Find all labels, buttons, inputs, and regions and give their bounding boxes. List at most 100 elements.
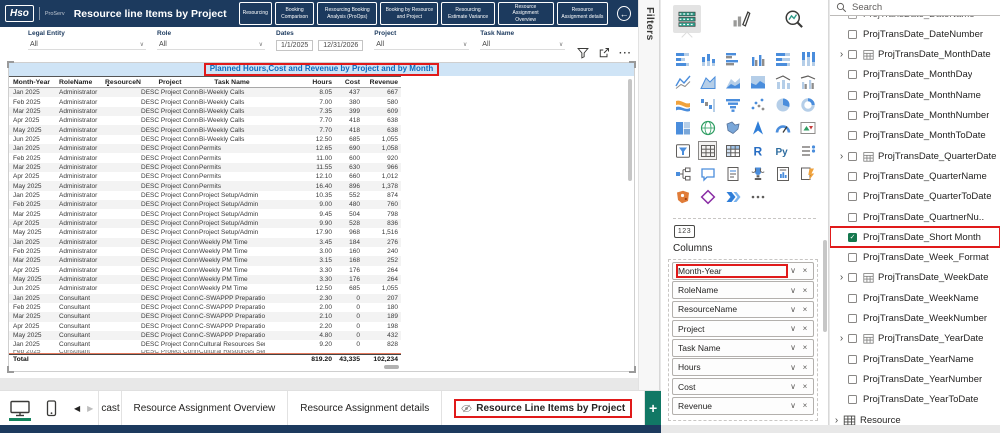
field-checkbox[interactable]: [848, 253, 857, 263]
filter-dropdown[interactable]: All ∨: [480, 40, 566, 50]
field-item[interactable]: ✓ ProjTransDate_Short Month: [830, 226, 1000, 249]
chevron-down-icon[interactable]: ∨: [788, 324, 798, 333]
field-item[interactable]: ProjTransDate_QuarterToDate: [830, 187, 1000, 207]
remove-field-icon[interactable]: ×: [800, 363, 810, 372]
field-pill-task-name[interactable]: Task Name ∨ ×: [672, 339, 814, 357]
paginated-report-icon[interactable]: [775, 165, 792, 182]
remove-field-icon[interactable]: ×: [800, 382, 810, 391]
page-tab[interactable]: Resource Assignment Overview: [120, 391, 288, 425]
filters-pane-collapsed[interactable]: Filters: [638, 0, 660, 425]
field-checkbox[interactable]: [848, 70, 857, 80]
filter-dropdown[interactable]: All ∨: [374, 40, 470, 50]
column-header[interactable]: Task Name: [199, 79, 265, 86]
field-item[interactable]: ProjTransDate_MonthToDate: [830, 126, 1000, 146]
funnel-chart-icon[interactable]: [724, 96, 741, 113]
nav-button[interactable]: Resourcing: [238, 2, 272, 25]
back-arrow-icon[interactable]: ←: [617, 6, 631, 21]
hundred-stacked-area-chart-icon[interactable]: [749, 73, 766, 90]
nav-button[interactable]: Resource Assignment details: [556, 2, 609, 25]
chevron-down-icon[interactable]: ∨: [788, 382, 798, 391]
field-pill-month-year[interactable]: Month-Year ∨ ×: [672, 262, 814, 280]
viz-pane-scrollbar[interactable]: [823, 240, 827, 332]
table-vertical-scrollbar[interactable]: [628, 79, 632, 181]
field-item[interactable]: › ProjTransDate_YearDate: [830, 329, 1000, 349]
line-chart-icon[interactable]: [674, 73, 691, 90]
page-tab-clipped[interactable]: cast: [98, 391, 120, 425]
column-header[interactable]: RoleName: [59, 79, 105, 86]
table-horizontal-scrollbar[interactable]: [384, 365, 399, 369]
date-input[interactable]: 12/31/2026: [318, 40, 364, 51]
field-checkbox[interactable]: [848, 151, 857, 161]
smart-narrative-icon[interactable]: [724, 165, 741, 182]
remove-field-icon[interactable]: ×: [800, 343, 810, 352]
field-checkbox[interactable]: [848, 374, 857, 384]
field-checkbox[interactable]: [848, 29, 857, 39]
field-item[interactable]: ProjTransDate_WeekNumber: [830, 309, 1000, 329]
field-pill-hours[interactable]: Hours ∨ ×: [672, 358, 814, 376]
field-search-box[interactable]: Search: [830, 0, 1000, 16]
desktop-layout-icon[interactable]: [9, 400, 31, 421]
q-and-a-icon[interactable]: [699, 165, 716, 182]
field-checkbox[interactable]: [848, 131, 857, 141]
line-and-clustered-column-chart-icon[interactable]: [800, 73, 817, 90]
table-icon[interactable]: [698, 141, 718, 160]
field-item[interactable]: ProjTransDate_YearNumber: [830, 369, 1000, 389]
chevron-down-icon[interactable]: ∨: [788, 266, 798, 275]
filled-map-icon[interactable]: [724, 119, 741, 136]
column-header[interactable]: Hours: [265, 79, 335, 86]
field-checkbox[interactable]: [848, 314, 857, 323]
field-pill-project[interactable]: Project ∨ ×: [672, 319, 814, 338]
column-header[interactable]: Cost: [335, 79, 363, 86]
stacked-area-chart-icon[interactable]: [724, 73, 741, 90]
field-checkbox[interactable]: [848, 212, 857, 222]
filter-funnel-icon[interactable]: [577, 47, 589, 59]
field-item[interactable]: ProjTransDate_Week_Format: [830, 248, 1000, 268]
kpi-icon[interactable]: [800, 119, 817, 136]
remove-field-icon[interactable]: ×: [800, 324, 810, 333]
field-checkbox[interactable]: [848, 354, 857, 364]
field-pill-cost[interactable]: Cost ∨ ×: [672, 377, 814, 396]
map-icon[interactable]: [699, 119, 716, 136]
filter-dropdown[interactable]: All ∨: [28, 40, 146, 50]
field-pill-revenue[interactable]: Revenue ∨ ×: [672, 397, 814, 415]
focus-mode-icon[interactable]: [598, 47, 610, 59]
line-and-stacked-column-chart-icon[interactable]: [775, 73, 792, 90]
arcgis-map-icon[interactable]: [674, 188, 691, 205]
area-chart-icon[interactable]: [699, 73, 716, 90]
field-item[interactable]: › ProjTransDate_MonthDate: [830, 45, 1000, 65]
metrics-icon[interactable]: [749, 165, 766, 182]
field-checkbox[interactable]: [848, 192, 857, 202]
build-visual-tab[interactable]: [673, 5, 701, 33]
field-checkbox[interactable]: ✓: [848, 232, 857, 242]
stacked-column-chart-icon[interactable]: [699, 50, 716, 67]
mobile-layout-icon[interactable]: [43, 399, 59, 417]
nav-button[interactable]: Booking by Resource and Project: [380, 2, 439, 25]
field-item[interactable]: ProjTransDate_QuarterName: [830, 166, 1000, 186]
field-item[interactable]: ProjTransDate_YearToDate: [830, 390, 1000, 410]
remove-field-icon[interactable]: ×: [800, 305, 810, 314]
power-automate-flow-icon[interactable]: [724, 188, 741, 205]
field-checkbox[interactable]: [848, 293, 857, 303]
power-apps-icon[interactable]: [699, 188, 716, 205]
treemap-icon[interactable]: [674, 119, 691, 136]
field-item[interactable]: ProjTransDate_YearName: [830, 349, 1000, 369]
stacked-bar-chart-icon[interactable]: [674, 50, 691, 67]
field-item[interactable]: ProjTransDate_DateNumber: [830, 24, 1000, 44]
nav-button[interactable]: Resource Assignment Overview: [497, 2, 554, 25]
field-pill-rolename[interactable]: RoleName ∨ ×: [672, 281, 814, 299]
clustered-bar-chart-icon[interactable]: [724, 50, 741, 67]
expand-chevron-icon[interactable]: ›: [835, 49, 848, 60]
column-header[interactable]: ResourceName▲: [105, 79, 141, 86]
slicer-icon[interactable]: [674, 142, 691, 159]
gauge-icon[interactable]: [775, 119, 792, 136]
field-item[interactable]: › ProjTransDate_QuarterDate: [830, 146, 1000, 166]
page-tab[interactable]: Resource Assignment details: [287, 391, 441, 425]
azure-map-icon[interactable]: [749, 119, 766, 136]
page-tab-active[interactable]: Resource Line Items by Project: [441, 391, 644, 425]
expand-chevron-icon[interactable]: ›: [835, 272, 848, 283]
nav-button[interactable]: Booking Comparison: [274, 2, 315, 25]
decomposition-tree-icon[interactable]: [674, 165, 691, 182]
format-visual-tab[interactable]: [727, 5, 755, 33]
scatter-chart-icon[interactable]: [749, 96, 766, 113]
table-header-row[interactable]: Month-YearRoleNameResourceName▲ProjectTa…: [9, 76, 401, 88]
